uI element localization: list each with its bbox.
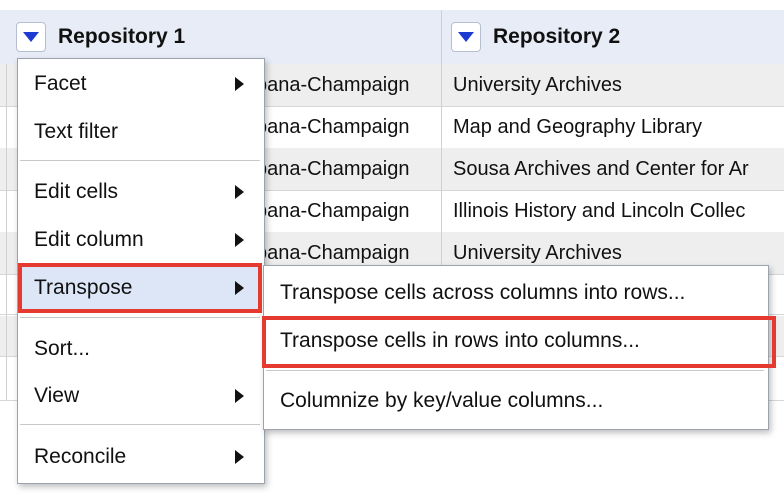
menu-item-reconcile[interactable]: Reconcile (18, 434, 262, 480)
menu-item-label: Facet (34, 72, 87, 95)
triangle-right-icon (235, 77, 244, 91)
table-cell[interactable]: bana-Champaign (256, 106, 436, 148)
column-divider[interactable] (441, 10, 442, 64)
menu-item-sort[interactable]: Sort... (18, 326, 262, 372)
triangle-right-icon (235, 281, 244, 295)
menu-divider (266, 316, 764, 317)
table-cell[interactable]: Map and Geography Library (453, 106, 784, 148)
triangle-right-icon (235, 389, 244, 403)
menu-item-facet[interactable]: Facet (18, 61, 262, 107)
column-header-repository-1: Repository 1 (16, 10, 185, 64)
table-cell[interactable]: Illinois History and Lincoln Collec (453, 190, 784, 232)
column-gridline (6, 64, 7, 400)
table-cell[interactable]: Sousa Archives and Center for Ar (453, 148, 784, 190)
column-header-label: Repository 1 (58, 25, 186, 48)
triangle-right-icon (235, 450, 244, 464)
submenu-item-transpose-rows-into-columns[interactable]: Transpose cells in rows into columns... (264, 318, 766, 364)
menu-item-label: Text filter (34, 120, 119, 143)
menu-item-label: Reconcile (34, 445, 127, 468)
menu-item-transpose[interactable]: Transpose (18, 265, 262, 311)
menu-divider (20, 424, 260, 425)
triangle-right-icon (235, 233, 244, 247)
menu-item-label: Columnize by key/value columns... (280, 389, 604, 412)
triangle-down-icon (458, 32, 474, 42)
table-cell[interactable]: bana-Champaign (256, 148, 436, 190)
submenu-item-columnize-key-value[interactable]: Columnize by key/value columns... (264, 378, 766, 424)
column-header-repository-2: Repository 2 (451, 10, 620, 64)
menu-item-label: View (34, 384, 80, 407)
table-cell[interactable]: bana-Champaign (256, 64, 436, 106)
menu-item-label: Sort... (34, 337, 91, 360)
menu-item-label: Transpose cells in rows into columns... (280, 329, 640, 352)
table-cell[interactable]: University Archives (453, 64, 784, 106)
menu-item-label: Edit cells (34, 180, 119, 203)
column-dropdown-button-2[interactable] (451, 22, 481, 52)
triangle-down-icon (23, 32, 39, 42)
column-context-menu: Facet Text filter Edit cells Edit column… (17, 58, 265, 484)
table-cell[interactable]: bana-Champaign (256, 190, 436, 232)
menu-item-edit-cells[interactable]: Edit cells (18, 169, 262, 215)
menu-divider (266, 370, 764, 371)
menu-item-label: Transpose cells across columns into rows… (280, 281, 686, 304)
column-header-row: Repository 1 Repository 2 (0, 10, 784, 65)
menu-divider (20, 317, 260, 318)
menu-item-label: Edit column (34, 228, 144, 251)
menu-item-label: Transpose (34, 276, 133, 299)
column-header-label: Repository 2 (493, 25, 621, 48)
menu-item-text-filter[interactable]: Text filter (18, 109, 262, 155)
menu-divider (20, 160, 260, 161)
menu-item-edit-column[interactable]: Edit column (18, 217, 262, 263)
menu-item-view[interactable]: View (18, 373, 262, 419)
column-dropdown-button-1[interactable] (16, 22, 46, 52)
submenu-item-transpose-columns-into-rows[interactable]: Transpose cells across columns into rows… (264, 270, 766, 316)
triangle-right-icon (235, 185, 244, 199)
transpose-submenu: Transpose cells across columns into rows… (263, 265, 769, 430)
